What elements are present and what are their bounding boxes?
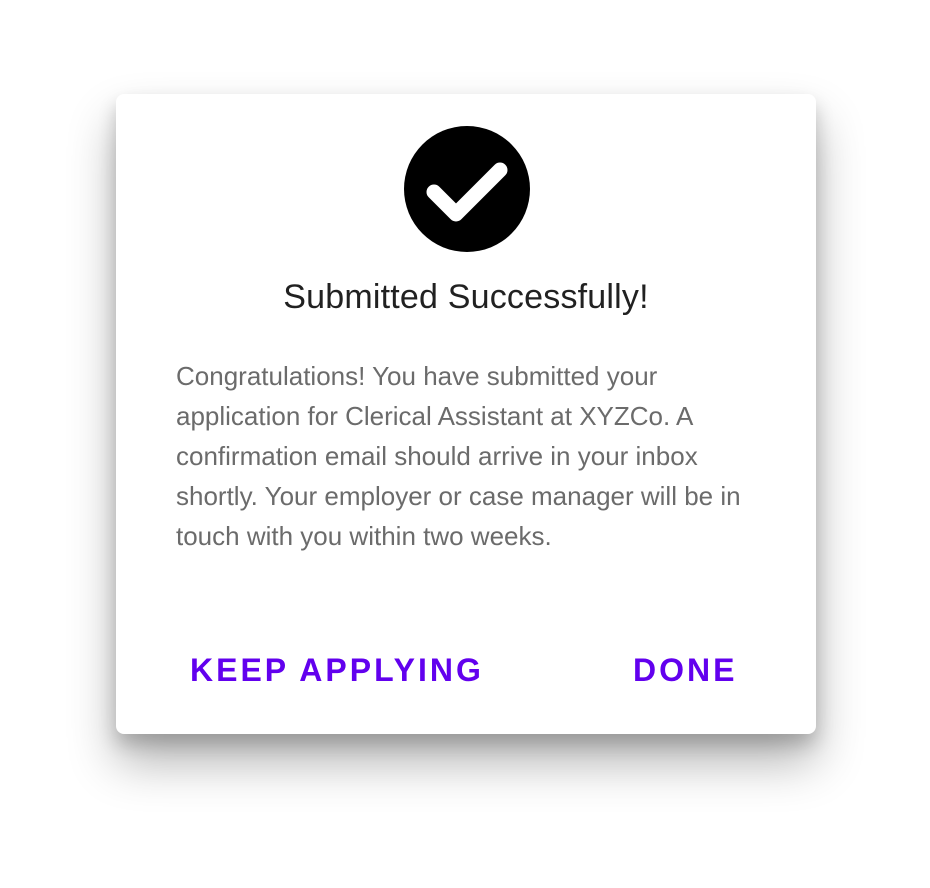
check-circle-icon <box>404 126 530 252</box>
dialog-message: Congratulations! You have submitted your… <box>176 361 741 551</box>
dialog-title: Submitted Successfully! <box>283 278 649 316</box>
dialog-actions: KEEP APPLYING DONE <box>116 646 816 694</box>
done-button[interactable]: DONE <box>633 646 737 694</box>
success-dialog: Submitted Successfully! Congratulations!… <box>116 94 816 734</box>
checkmark-icon <box>426 162 508 222</box>
keep-applying-button[interactable]: KEEP APPLYING <box>190 646 484 694</box>
